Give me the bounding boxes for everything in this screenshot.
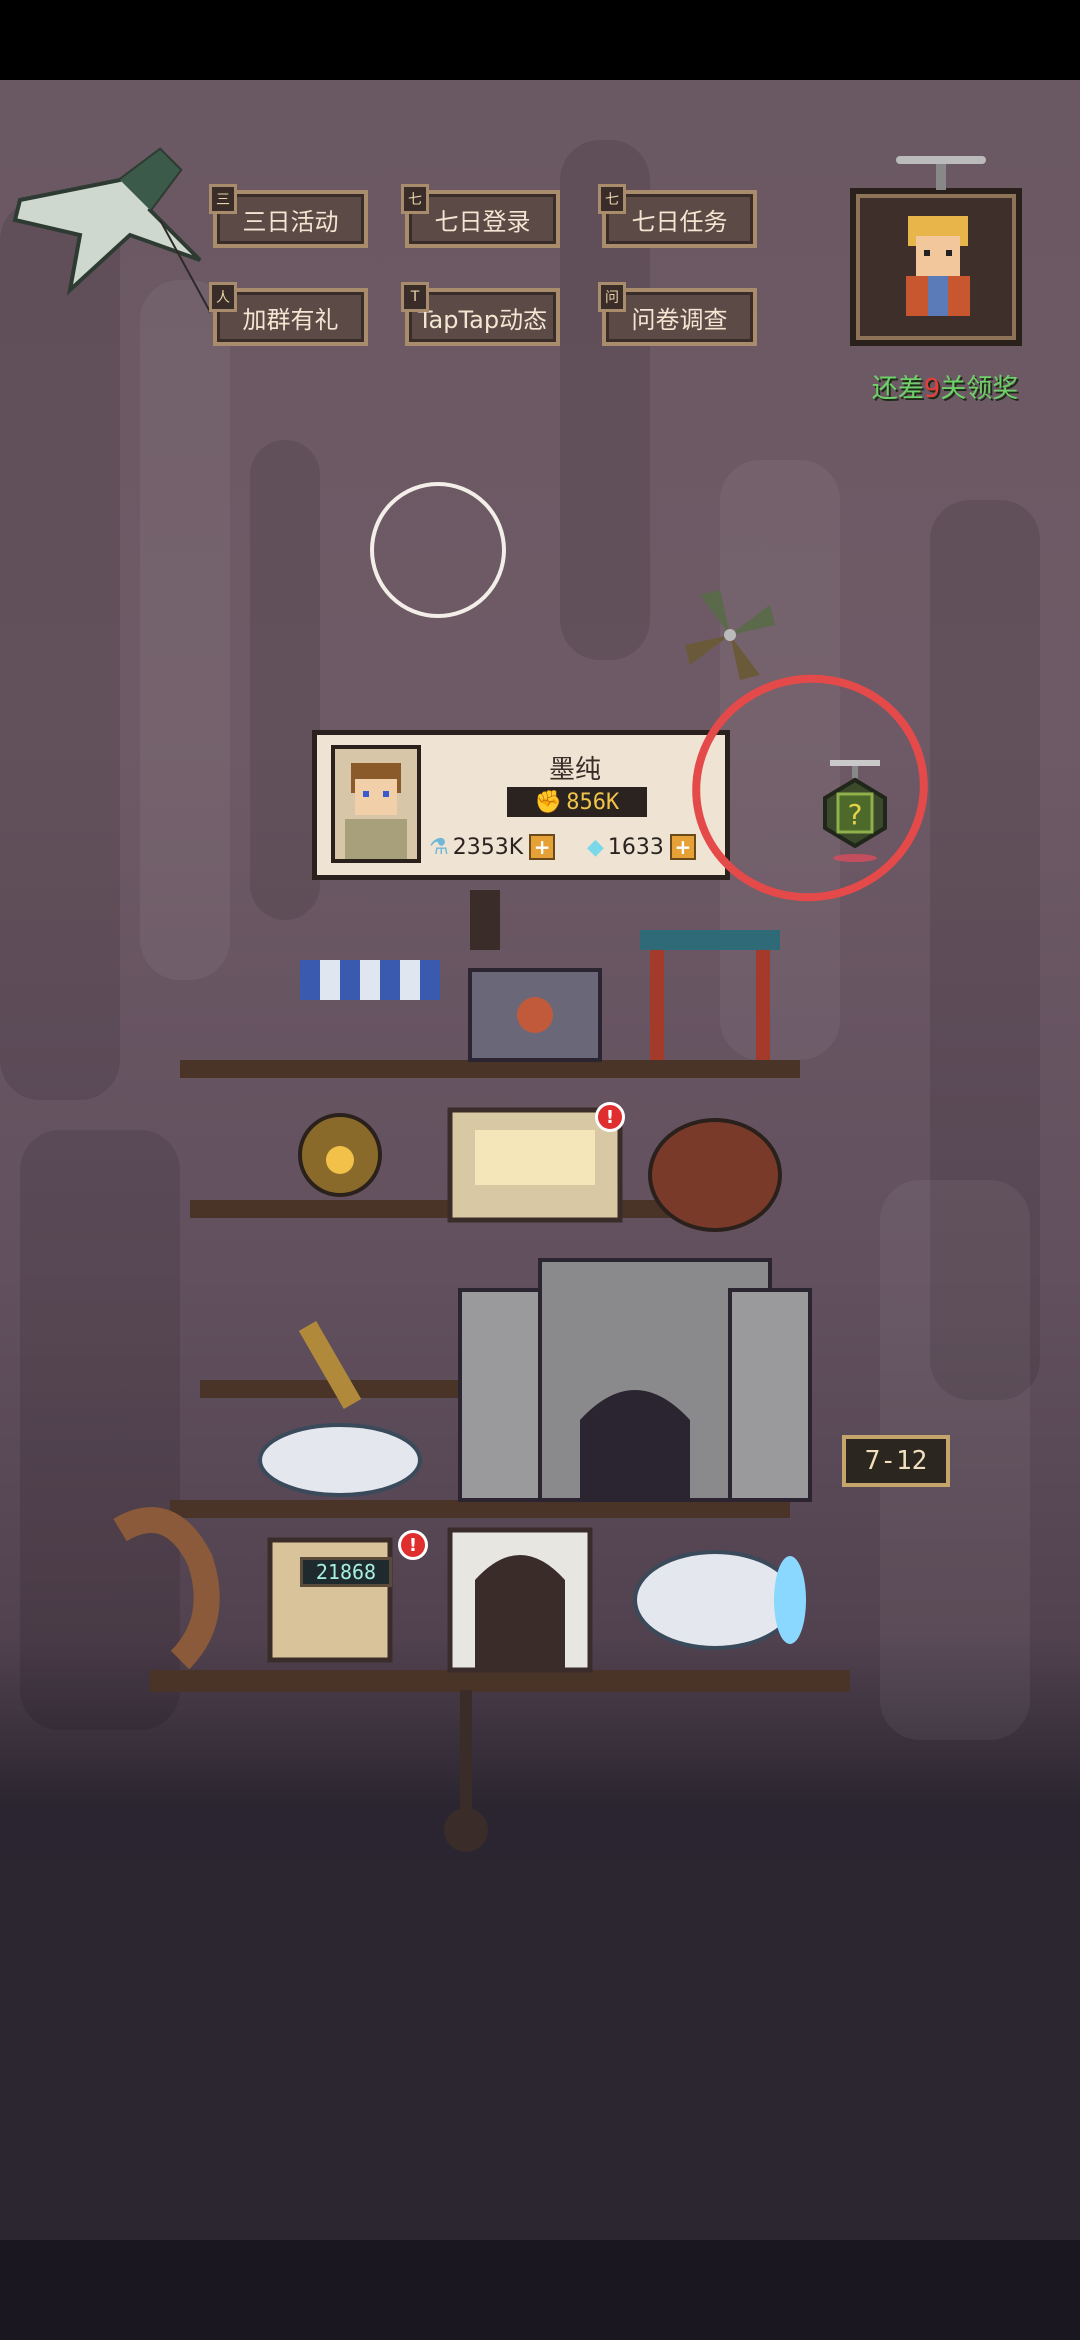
survey-button[interactable]: 问 问卷调查 (598, 282, 757, 346)
moon-outline (370, 482, 506, 618)
task-tag-icon: 七 (598, 184, 626, 214)
button-label: 七日任务 (631, 207, 728, 236)
seven-day-tasks-button[interactable]: 七 七日任务 (598, 184, 757, 248)
player-name: 墨纯 (548, 755, 601, 785)
calendar-tag-icon: 七 (401, 184, 429, 214)
player-info-panel: 墨纯 ✊ 856K ⚗ 2353K + ◆ 1633 + (312, 730, 730, 880)
diamond-value: 1633 (607, 834, 664, 860)
three-day-event-button[interactable]: 三 三日活动 (209, 184, 368, 248)
explorer-avatar-icon (345, 763, 407, 859)
propeller-stem (936, 164, 946, 190)
combat-power: ✊ 856K (507, 787, 647, 817)
navigation-bar (0, 2240, 1080, 2340)
group-tag-icon: 人 (209, 282, 237, 312)
reward-count: 9 (923, 374, 941, 404)
diamond-resource: ◆ 1633 + (587, 830, 696, 864)
status-bar (0, 0, 1080, 80)
control-counter: 21868 (300, 1557, 392, 1587)
hero-avatar-icon (906, 216, 970, 316)
game-screen: 三 三日活动 七 七日登录 七 七日任务 人 加群有礼 T TapTap动态 问… (0, 0, 1080, 2340)
seven-day-login-button[interactable]: 七 七日登录 (401, 184, 560, 248)
control-alert-badge: ! (398, 1530, 428, 1560)
reward-suffix: 关领奖 (940, 374, 1019, 404)
event-tag-icon: 三 (209, 184, 237, 214)
taptap-tag-icon: T (401, 282, 429, 312)
stage-level-sign[interactable]: 7-12 (842, 1435, 950, 1487)
button-label: 七日登录 (434, 207, 531, 236)
add-diamond-button[interactable]: + (669, 834, 696, 860)
workshop-tower (113, 890, 850, 1852)
windmill-icon (685, 590, 775, 680)
power-value: 856K (566, 789, 620, 815)
join-group-button[interactable]: 人 加群有礼 (209, 282, 368, 346)
stage-reward-hint: 还差9关领奖 (850, 368, 1040, 405)
add-potion-button[interactable]: + (529, 834, 556, 860)
window-alert-badge: ! (595, 1102, 625, 1132)
hero-portrait-button[interactable] (850, 156, 1022, 346)
potion-bottle-icon: ⚗ (429, 834, 449, 860)
fist-icon: ✊ (534, 789, 563, 815)
button-label: 问卷调查 (631, 305, 728, 334)
propeller-icon (896, 156, 986, 164)
reward-prefix: 还差 (871, 374, 924, 404)
cliff-streak (250, 440, 320, 920)
survey-tag-icon: 问 (598, 282, 626, 312)
potion-resource: ⚗ 2353K + (429, 830, 556, 864)
button-label: 加群有礼 (242, 305, 339, 334)
taptap-news-button[interactable]: T TapTap动态 (401, 282, 560, 346)
cliff-streak (140, 280, 230, 980)
button-label: 三日活动 (242, 207, 339, 236)
swallow-kite-icon[interactable] (10, 140, 210, 330)
diamond-icon: ◆ (587, 834, 604, 860)
button-label: TapTap动态 (417, 305, 548, 334)
potion-value: 2353K (452, 834, 524, 860)
player-avatar[interactable] (331, 745, 421, 863)
